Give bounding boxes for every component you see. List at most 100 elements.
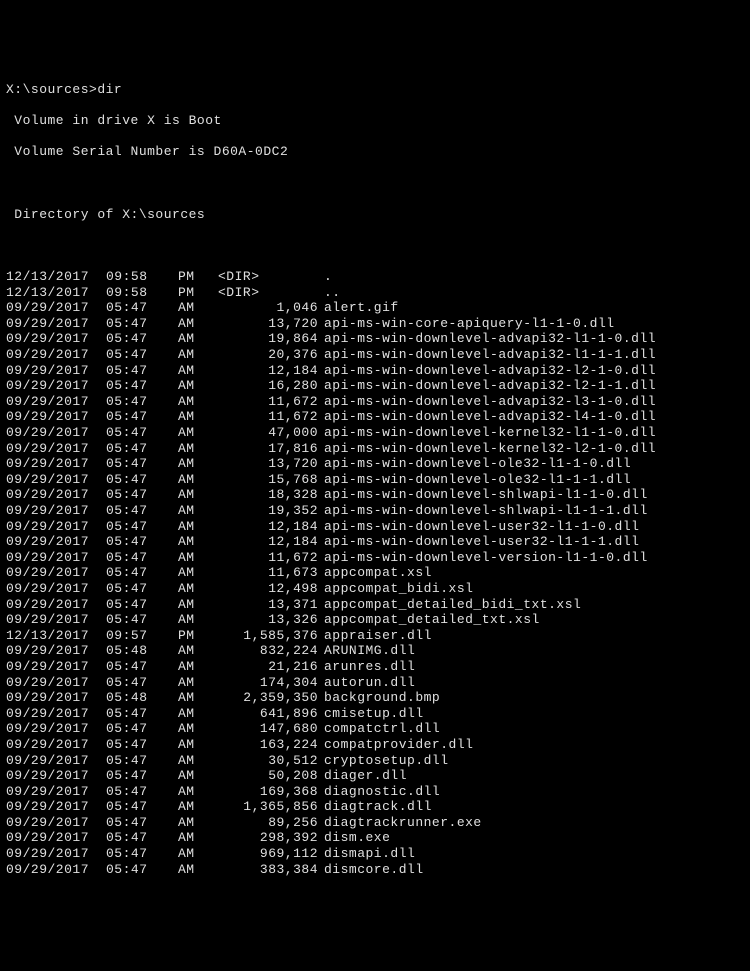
file-row: 09/29/201705:47AM1,046alert.gif — [6, 300, 744, 316]
file-date: 09/29/2017 — [6, 753, 94, 769]
file-ampm: AM — [178, 706, 202, 722]
file-name: api-ms-win-downlevel-shlwapi-l1-1-0.dll — [324, 487, 648, 503]
file-time: 05:47 — [106, 815, 178, 831]
file-time: 05:48 — [106, 690, 178, 706]
file-time: 05:47 — [106, 472, 178, 488]
file-time: 05:47 — [106, 597, 178, 613]
file-ampm: AM — [178, 487, 202, 503]
file-size: 12,184 — [208, 519, 318, 535]
file-row: 09/29/201705:47AM1,365,856diagtrack.dll — [6, 799, 744, 815]
file-size: 89,256 — [208, 815, 318, 831]
file-size: 19,864 — [208, 331, 318, 347]
file-ampm: AM — [178, 690, 202, 706]
file-date: 09/29/2017 — [6, 597, 94, 613]
file-name: api-ms-win-core-apiquery-l1-1-0.dll — [324, 316, 615, 332]
file-time: 05:47 — [106, 363, 178, 379]
file-name: api-ms-win-downlevel-advapi32-l4-1-0.dll — [324, 409, 656, 425]
file-time: 05:47 — [106, 441, 178, 457]
file-size: 147,680 — [208, 721, 318, 737]
file-time: 09:58 — [106, 269, 178, 285]
file-size: 16,280 — [208, 378, 318, 394]
file-row: 09/29/201705:47AM163,224compatprovider.d… — [6, 737, 744, 753]
file-row: 09/29/201705:47AM18,328api-ms-win-downle… — [6, 487, 744, 503]
file-time: 05:47 — [106, 347, 178, 363]
file-ampm: AM — [178, 768, 202, 784]
file-ampm: AM — [178, 347, 202, 363]
file-ampm: AM — [178, 316, 202, 332]
file-ampm: AM — [178, 472, 202, 488]
file-date: 09/29/2017 — [6, 830, 94, 846]
file-name: api-ms-win-downlevel-user32-l1-1-1.dll — [324, 534, 639, 550]
file-time: 05:47 — [106, 721, 178, 737]
file-row: 09/29/201705:47AM47,000api-ms-win-downle… — [6, 425, 744, 441]
file-name: api-ms-win-downlevel-version-l1-1-0.dll — [324, 550, 648, 566]
file-time: 05:47 — [106, 519, 178, 535]
file-name: cryptosetup.dll — [324, 753, 449, 769]
file-time: 05:47 — [106, 737, 178, 753]
file-name: api-ms-win-downlevel-advapi32-l3-1-0.dll — [324, 394, 656, 410]
file-ampm: AM — [178, 799, 202, 815]
file-size: 47,000 — [208, 425, 318, 441]
file-date: 09/29/2017 — [6, 612, 94, 628]
file-row: 09/29/201705:47AM13,720api-ms-win-core-a… — [6, 316, 744, 332]
file-time: 05:47 — [106, 331, 178, 347]
file-date: 12/13/2017 — [6, 269, 94, 285]
file-date: 09/29/2017 — [6, 425, 94, 441]
file-name: .. — [324, 285, 341, 301]
file-ampm: AM — [178, 441, 202, 457]
file-date: 09/29/2017 — [6, 675, 94, 691]
file-ampm: AM — [178, 534, 202, 550]
file-name: api-ms-win-downlevel-kernel32-l2-1-0.dll — [324, 441, 656, 457]
file-size: 30,512 — [208, 753, 318, 769]
file-ampm: AM — [178, 503, 202, 519]
file-size: 2,359,350 — [208, 690, 318, 706]
file-size: 19,352 — [208, 503, 318, 519]
file-time: 05:47 — [106, 487, 178, 503]
file-ampm: AM — [178, 659, 202, 675]
file-name: . — [324, 269, 332, 285]
file-date: 09/29/2017 — [6, 519, 94, 535]
file-date: 09/29/2017 — [6, 768, 94, 784]
file-size: 298,392 — [208, 830, 318, 846]
file-name: arunres.dll — [324, 659, 415, 675]
file-date: 09/29/2017 — [6, 846, 94, 862]
file-time: 05:47 — [106, 784, 178, 800]
file-row: 09/29/201705:47AM11,673appcompat.xsl — [6, 565, 744, 581]
file-name: diagtrackrunner.exe — [324, 815, 482, 831]
file-size: 15,768 — [208, 472, 318, 488]
file-time: 05:47 — [106, 394, 178, 410]
file-row: 09/29/201705:47AM11,672api-ms-win-downle… — [6, 550, 744, 566]
blank-line — [6, 176, 744, 192]
file-time: 05:47 — [106, 409, 178, 425]
file-date: 09/29/2017 — [6, 441, 94, 457]
file-date: 09/29/2017 — [6, 737, 94, 753]
volume-serial: Volume Serial Number is D60A-0DC2 — [6, 144, 744, 160]
file-ampm: AM — [178, 721, 202, 737]
file-ampm: AM — [178, 846, 202, 862]
terminal-output[interactable]: X:\sources>dir Volume in drive X is Boot… — [6, 66, 744, 892]
file-row: 09/29/201705:47AM13,371appcompat_detaile… — [6, 597, 744, 613]
file-name: diagtrack.dll — [324, 799, 432, 815]
file-ampm: AM — [178, 456, 202, 472]
file-ampm: AM — [178, 394, 202, 410]
file-size: 1,365,856 — [208, 799, 318, 815]
file-row: 09/29/201705:47AM30,512cryptosetup.dll — [6, 753, 744, 769]
file-date: 09/29/2017 — [6, 565, 94, 581]
file-time: 05:47 — [106, 565, 178, 581]
file-name: compatctrl.dll — [324, 721, 440, 737]
file-row: 09/29/201705:47AM16,280api-ms-win-downle… — [6, 378, 744, 394]
file-date: 09/29/2017 — [6, 643, 94, 659]
file-row: 09/29/201705:47AM12,184api-ms-win-downle… — [6, 519, 744, 535]
file-row: 09/29/201705:47AM89,256diagtrackrunner.e… — [6, 815, 744, 831]
file-name: api-ms-win-downlevel-ole32-l1-1-0.dll — [324, 456, 631, 472]
file-size: 13,371 — [208, 597, 318, 613]
dir-marker: <DIR> — [208, 269, 318, 285]
file-size: 11,672 — [208, 394, 318, 410]
file-row: 12/13/201709:57PM1,585,376appraiser.dll — [6, 628, 744, 644]
file-time: 05:47 — [106, 659, 178, 675]
file-time: 05:47 — [106, 503, 178, 519]
file-ampm: AM — [178, 675, 202, 691]
command-prompt: X:\sources>dir — [6, 82, 744, 98]
file-time: 05:47 — [106, 456, 178, 472]
file-name: dism.exe — [324, 830, 390, 846]
